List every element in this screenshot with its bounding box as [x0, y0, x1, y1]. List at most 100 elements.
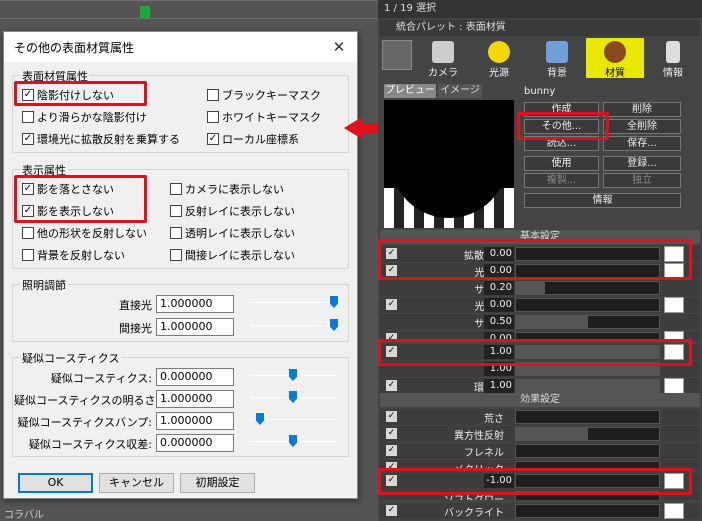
highlight-box [14, 81, 147, 106]
check-icon: ✓ [207, 133, 219, 145]
checkbox-hide-reflect-ray[interactable]: 反射レイに表示しない [170, 203, 295, 219]
indirect-light-label: 間接光 [119, 322, 152, 335]
check-icon[interactable]: ✓ [386, 299, 397, 310]
checkbox-hide-transparent-ray[interactable]: 透明レイに表示しない [170, 225, 295, 241]
color-swatch[interactable] [664, 297, 684, 313]
palette-title: 統合パレット : 表面材質 [380, 20, 700, 36]
gizmo-icon [140, 6, 150, 18]
tab-light[interactable]: 光源 [470, 38, 528, 79]
caustics-aberration-slider[interactable] [250, 435, 336, 447]
checkbox-local-coords[interactable]: ✓ ローカル座標系 [207, 131, 299, 147]
param-row-size2[interactable]: サイズ0.50 [380, 314, 700, 330]
param-slider[interactable] [515, 379, 660, 393]
color-swatch[interactable] [664, 378, 684, 394]
ok-button[interactable]: OK [18, 473, 93, 493]
material-pick-icon[interactable] [382, 40, 412, 70]
light-bulb-icon [488, 41, 510, 63]
caustics-group-title: 疑似コースティクス [20, 350, 122, 366]
tab-info[interactable]: 情報 [644, 38, 702, 79]
checkbox-white-key-mask[interactable]: ホワイトキーマスク [207, 109, 321, 125]
tab-image[interactable]: イメージ [438, 84, 482, 98]
checkbox-black-key-mask[interactable]: ブラックキーマスク [207, 87, 321, 103]
indirect-light-slider[interactable] [250, 319, 338, 331]
delete-all-button[interactable]: 全削除 [603, 119, 681, 134]
other-surface-attributes-dialog: その他の表面材質属性 ✕ 表面材質属性 ✓ 陰影付けしない ブラックキーマスク よ… [3, 31, 358, 499]
direct-light-input[interactable]: 1.000000 [156, 295, 234, 313]
dialog-titlebar: その他の表面材質属性 ✕ [4, 32, 357, 62]
checkbox-ambient-multiply[interactable]: ✓ 環境光に拡散反射を乗算する [22, 131, 180, 147]
independent-button[interactable]: 独立 [603, 173, 681, 188]
check-icon[interactable]: ✓ [386, 505, 397, 516]
preview-sphere [390, 100, 508, 218]
material-sphere-icon [604, 41, 626, 63]
direct-light-slider[interactable] [250, 296, 338, 308]
landscape-icon [546, 41, 568, 63]
register-button[interactable]: 登録... [603, 156, 681, 171]
save-button[interactable]: 保存... [603, 136, 681, 151]
check-icon[interactable]: ✓ [386, 411, 397, 422]
caustics-brightness-input[interactable]: 1.000000 [156, 390, 234, 408]
param-slider[interactable] [515, 427, 660, 441]
indirect-light-input[interactable]: 1.000000 [156, 318, 234, 336]
param-slider[interactable] [515, 410, 660, 424]
caustics-input[interactable]: 0.000000 [156, 368, 234, 386]
caustics-bump-slider[interactable] [250, 413, 336, 425]
param-row-fresnel[interactable]: ✓ フレネル [380, 443, 700, 459]
tab-camera[interactable]: カメラ [414, 38, 472, 79]
caustics-bump-input[interactable]: 1.000000 [156, 412, 234, 430]
highlight-box [14, 175, 147, 223]
param-row-gloss2[interactable]: ✓光沢 20.00 [380, 297, 700, 313]
param-row-backlight[interactable]: ✓ バックライト [380, 503, 700, 519]
dialog-title: その他の表面材質属性 [14, 40, 135, 55]
lighting-group-title: 照明調節 [20, 277, 68, 293]
caustics-label: 疑似コースティクス: [50, 372, 152, 385]
checkbox-no-reflect-bg[interactable]: 背景を反射しない [22, 247, 125, 263]
check-icon: ✓ [22, 133, 34, 145]
effect-settings-header[interactable]: 効果設定 [380, 393, 700, 407]
wrench-icon [666, 41, 680, 63]
param-row-anisotropic[interactable]: ✓ 異方性反射 [380, 426, 700, 442]
caustics-aberration-label: 疑似コースティクス収差: [28, 438, 152, 451]
caustics-aberration-input[interactable]: 0.000000 [156, 434, 234, 452]
param-slider[interactable] [515, 315, 660, 329]
delete-button[interactable]: 削除 [603, 102, 681, 117]
checkbox-hide-indirect-ray[interactable]: 間接レイに表示しない [170, 247, 295, 263]
camera-icon [432, 41, 454, 63]
caustics-bump-label: 疑似コースティクスバンプ: [17, 416, 152, 429]
material-preview [384, 100, 514, 228]
tab-material[interactable]: 材質 [586, 38, 644, 79]
check-icon[interactable]: ✓ [386, 380, 397, 391]
highlight-box [378, 468, 692, 495]
tab-preview[interactable]: プレビュー [384, 84, 436, 98]
close-icon[interactable]: ✕ [329, 37, 349, 57]
tab-background[interactable]: 背景 [528, 38, 586, 79]
param-row-ambient[interactable]: ✓環境光1.00 [380, 378, 700, 394]
caustics-slider[interactable] [250, 369, 336, 381]
caustics-brightness-label: 疑似コースティクスの明るさ: [14, 394, 160, 407]
selection-header: 1 / 19 選択 [378, 0, 702, 18]
highlight-box [378, 239, 692, 280]
cancel-button[interactable]: キャンセル [99, 473, 174, 493]
checkbox-hide-from-camera[interactable]: カメラに表示しない [170, 181, 284, 197]
param-slider[interactable] [515, 281, 660, 295]
info-button[interactable]: 情報 [524, 193, 681, 208]
param-slider[interactable] [515, 298, 660, 312]
use-button[interactable]: 使用 [524, 156, 599, 171]
caustics-brightness-slider[interactable] [250, 391, 336, 403]
duplicate-button[interactable]: 複製... [524, 173, 599, 188]
check-icon[interactable]: ✓ [386, 428, 397, 439]
checkbox-smooth-shading[interactable]: より滑らかな陰影付け [22, 109, 147, 125]
param-row-roughness[interactable]: ✓ 荒さ [380, 409, 700, 425]
checkbox-no-reflect-others[interactable]: 他の形状を反射しない [22, 225, 147, 241]
viewport-label: コラバル [4, 510, 44, 521]
param-row-size1[interactable]: サイズ0.20 [380, 280, 700, 296]
highlight-box [378, 339, 692, 366]
material-name: bunny [524, 86, 556, 97]
param-slider[interactable] [515, 444, 660, 458]
param-slider[interactable] [515, 504, 660, 518]
direct-light-label: 直接光 [119, 299, 152, 312]
integrated-palette: 1 / 19 選択 統合パレット : 表面材質 カメラ 光源 背景 材質 情報 … [378, 0, 702, 521]
check-icon[interactable]: ✓ [386, 445, 397, 456]
color-swatch[interactable] [664, 503, 684, 519]
reset-button[interactable]: 初期設定 [180, 473, 255, 493]
